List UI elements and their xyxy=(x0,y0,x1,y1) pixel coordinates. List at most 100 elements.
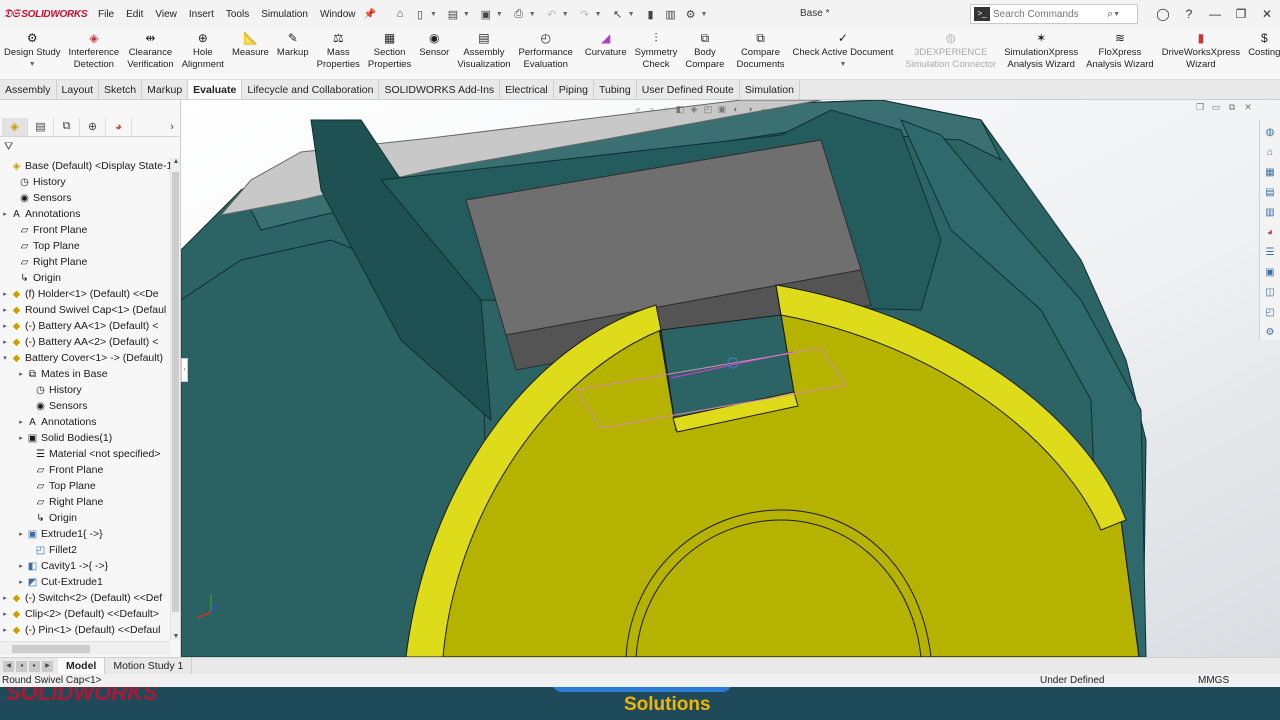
tab-tubing[interactable]: Tubing xyxy=(594,80,637,99)
viewport-restore-icon[interactable]: ❐ xyxy=(1192,102,1208,113)
last-tab-icon[interactable]: ▶ xyxy=(42,660,53,672)
configuration-manager-icon[interactable]: ⧉ xyxy=(54,117,80,136)
first-tab-icon[interactable]: ◀ xyxy=(3,660,14,672)
previous-view-icon[interactable]: ◌ xyxy=(659,104,673,116)
undo-icon[interactable]: ↶ xyxy=(544,6,560,22)
dynamic-annotation-icon[interactable]: ◈ xyxy=(687,104,701,116)
tab-solidworks-add-ins[interactable]: SOLIDWORKS Add-Ins xyxy=(379,80,501,99)
tab-motion-study-1[interactable]: Motion Study 1 xyxy=(105,658,193,674)
tree-node-cover-sensors[interactable]: ◉ Sensors xyxy=(0,398,170,414)
tree-node-cover-history[interactable]: ◷ History xyxy=(0,382,170,398)
view-orientation-icon[interactable]: ◰ xyxy=(701,104,715,116)
tree-node-cover-origin[interactable]: ↳ Origin xyxy=(0,510,170,526)
traffic-light-icon[interactable]: ▮ xyxy=(643,6,659,22)
check-active-document-button[interactable]: ✓ Check Active Document ▼ xyxy=(789,28,898,71)
clearance-verification-button[interactable]: ⇹ Clearance Verification xyxy=(123,28,177,71)
expand-arrow-icon[interactable]: ▸ xyxy=(0,338,10,346)
curvature-button[interactable]: ◢ Curvature xyxy=(581,28,631,59)
menu-simulation[interactable]: Simulation xyxy=(255,9,314,20)
file-explorer-icon[interactable]: ▤ xyxy=(1262,184,1278,200)
tree-node-switch[interactable]: ▸ ◆ (-) Switch<2> (Default) <<Def xyxy=(0,590,170,606)
compare-documents-button[interactable]: ⧉ Compare Documents xyxy=(732,28,788,71)
tab-user-defined-route[interactable]: User Defined Route xyxy=(637,80,740,99)
menu-window[interactable]: Window xyxy=(314,9,362,20)
print-icon[interactable]: ⎙ xyxy=(511,6,527,22)
assembly-visualization-button[interactable]: ▤ Assembly Visualization xyxy=(453,28,514,71)
3dexperience-simulation-connector-button[interactable]: ◍ 3DEXPERIENCE Simulation Connector xyxy=(901,28,1000,71)
custom-properties-icon[interactable]: ☰ xyxy=(1262,244,1278,260)
tab-sketch[interactable]: Sketch xyxy=(99,80,143,99)
expand-arrow-icon[interactable]: ▸ xyxy=(0,322,10,330)
options-caret-icon[interactable]: ▼ xyxy=(701,11,708,18)
search-input[interactable] xyxy=(993,8,1103,20)
undo-caret-icon[interactable]: ▼ xyxy=(562,11,569,18)
expand-arrow-icon[interactable]: ▸ xyxy=(16,578,26,586)
expand-arrow-icon[interactable]: ▸ xyxy=(16,418,26,426)
expand-arrow-icon[interactable]: ▸ xyxy=(16,530,26,538)
check-document-caret-icon[interactable]: ▼ xyxy=(839,59,846,71)
print-caret-icon[interactable]: ▼ xyxy=(529,11,536,18)
tab-lifecycle-and-collaboration[interactable]: Lifecycle and Collaboration xyxy=(242,80,380,99)
sensor-button[interactable]: ◉ Sensor xyxy=(415,28,453,59)
expand-arrow-icon[interactable]: ▸ xyxy=(0,210,10,218)
tree-node-front-plane[interactable]: ▱ Front Plane xyxy=(0,222,170,238)
menu-edit[interactable]: Edit xyxy=(120,9,149,20)
viewport-minimize-icon[interactable]: ▭ xyxy=(1208,102,1224,113)
view-palette-icon[interactable]: ▥ xyxy=(1262,204,1278,220)
feature-tree-icon[interactable]: ◈ xyxy=(2,117,28,136)
measure-button[interactable]: 📐 Measure xyxy=(228,28,273,59)
body-compare-button[interactable]: ⧉ Body Compare xyxy=(681,28,728,71)
expand-arrow-icon[interactable]: ▸ xyxy=(0,626,10,634)
search-caret-icon[interactable]: ▼ xyxy=(1113,11,1120,18)
zoom-area-icon[interactable]: ⌕ xyxy=(645,104,659,116)
open-icon[interactable]: ▤ xyxy=(445,6,461,22)
toolbox-icon[interactable]: ⚙ xyxy=(1262,324,1278,340)
markup-button[interactable]: ✎ Markup xyxy=(273,28,313,59)
expand-arrow-icon[interactable]: ▸ xyxy=(0,290,10,298)
tree-node-origin[interactable]: ↳ Origin xyxy=(0,270,170,286)
save-icon[interactable]: ▣ xyxy=(478,6,494,22)
status-units[interactable]: MMGS xyxy=(1198,674,1229,687)
dimxpert-icon[interactable]: ⊕ xyxy=(80,117,106,136)
expand-arrow-icon[interactable]: ▸ xyxy=(16,434,26,442)
tree-node-base[interactable]: ◈ Base (Default) <Display State-1> xyxy=(0,158,170,174)
scroll-thumb[interactable] xyxy=(172,172,179,612)
display-manager-icon[interactable]: ◕ xyxy=(106,117,132,136)
tree-node-pin[interactable]: ▸ ◆ (-) Pin<1> (Default) <<Defaul xyxy=(0,622,170,638)
prev-tab-icon[interactable]: ◂ xyxy=(16,660,27,672)
property-manager-icon[interactable]: ▤ xyxy=(28,117,54,136)
appearances-icon[interactable]: ◕ xyxy=(1262,224,1278,240)
expand-arrow-icon[interactable]: ▸ xyxy=(0,594,10,602)
design-study-button[interactable]: ⚙ Design Study ▼ xyxy=(0,28,65,71)
tree-node-history[interactable]: ◷ History xyxy=(0,174,170,190)
expand-arrow-icon[interactable]: ▸ xyxy=(16,370,26,378)
restore-icon[interactable]: ❐ xyxy=(1228,7,1254,21)
close-icon[interactable]: ✕ xyxy=(1254,7,1280,21)
tree-node-battery-cover[interactable]: ▾ ◆ Battery Cover<1> -> (Default) xyxy=(0,350,170,366)
solidworks-logo[interactable]: 𝔇𝔖 SOLIDWORKS xyxy=(0,8,92,21)
solidworks-forum-icon[interactable]: ▣ xyxy=(1262,264,1278,280)
redo-caret-icon[interactable]: ▼ xyxy=(595,11,602,18)
tree-horizontal-scrollbar[interactable] xyxy=(0,641,170,655)
tab-electrical[interactable]: Electrical xyxy=(500,80,554,99)
redo-icon[interactable]: ↷ xyxy=(577,6,593,22)
save-caret-icon[interactable]: ▼ xyxy=(496,11,503,18)
design-library-icon[interactable]: ▦ xyxy=(1262,164,1278,180)
driveworksxpress-button[interactable]: ▮ DriveWorksXpress Wizard xyxy=(1158,28,1244,71)
edit-appearance-icon[interactable]: ◑ xyxy=(743,104,757,116)
panel-collapse-handle[interactable]: › xyxy=(181,358,188,382)
new-caret-icon[interactable]: ▼ xyxy=(430,11,437,18)
options-gear-icon[interactable]: ⚙ xyxy=(683,6,699,22)
tree-node-sensors[interactable]: ◉ Sensors xyxy=(0,190,170,206)
tab-evaluate[interactable]: Evaluate xyxy=(188,80,243,99)
expand-arrow-icon[interactable]: ▸ xyxy=(0,306,10,314)
hscroll-thumb[interactable] xyxy=(12,645,90,653)
interference-detection-button[interactable]: ◈ Interference Detection xyxy=(65,28,124,71)
3dexperience-market-icon[interactable]: ◰ xyxy=(1262,304,1278,320)
tree-node-mates-in-base[interactable]: ▸ ⧉ Mates in Base xyxy=(0,366,170,382)
tab-model[interactable]: Model xyxy=(58,658,106,674)
tree-node-cavity1[interactable]: ▸ ◧ Cavity1 ->{ ->} xyxy=(0,558,170,574)
help-icon[interactable]: ? xyxy=(1176,7,1202,21)
tree-node-battery-aa-2[interactable]: ▸ ◆ (-) Battery AA<2> (Default) < xyxy=(0,334,170,350)
home-icon[interactable]: ⌂ xyxy=(392,6,408,22)
